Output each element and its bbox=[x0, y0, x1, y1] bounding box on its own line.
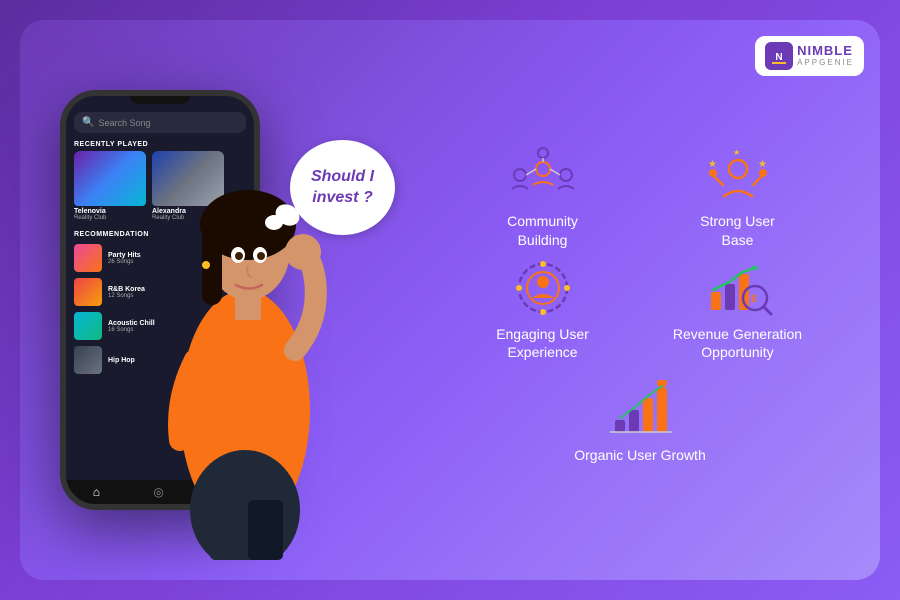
album-card[interactable]: Telenovia Reality Club bbox=[74, 151, 146, 221]
experience-icon bbox=[508, 259, 578, 319]
speech-bubble-text: Should Iinvest ? bbox=[311, 167, 374, 209]
user-base-icon: ★ ★ ★ bbox=[703, 146, 773, 206]
logo-sub: APPGENIE bbox=[797, 59, 854, 68]
main-container: N NIMBLE APPGENIE 🔍 Search Song RECENTLY… bbox=[20, 20, 880, 580]
person-figure bbox=[140, 70, 350, 560]
search-icon: 🔍 bbox=[82, 117, 94, 128]
album-sub-1: Reality Club bbox=[74, 215, 146, 221]
feature-strong-user-base: ★ ★ ★ Strong UserBase bbox=[645, 146, 830, 248]
rec-art-3 bbox=[74, 312, 102, 340]
phone-section: 🔍 Search Song RECENTLY PLAYED Telenovia … bbox=[50, 40, 370, 560]
rec-art-1 bbox=[74, 244, 102, 272]
rec-art-4 bbox=[74, 346, 102, 374]
strong-user-base-label: Strong UserBase bbox=[700, 212, 775, 248]
album-art-1 bbox=[74, 151, 146, 206]
organic-growth-label: Organic User Growth bbox=[574, 446, 705, 464]
feature-revenue: $ Revenue GenerationOpportunity bbox=[645, 259, 830, 361]
revenue-label: Revenue GenerationOpportunity bbox=[673, 325, 802, 361]
growth-icon bbox=[605, 380, 675, 440]
community-icon bbox=[508, 146, 578, 206]
rec-name-1: Party Hits bbox=[108, 252, 141, 259]
revenue-icon: $ bbox=[703, 259, 773, 319]
features-section: CommunityBuilding ★ ★ ★ bbox=[390, 106, 850, 493]
feature-organic-growth: Organic User Growth bbox=[450, 371, 830, 473]
logo-icon: N bbox=[765, 42, 793, 70]
engaging-ux-label: Engaging UserExperience bbox=[496, 325, 589, 361]
logo-text: NIMBLE APPGENIE bbox=[797, 44, 854, 67]
svg-text:★: ★ bbox=[708, 159, 717, 170]
nav-home-icon[interactable]: ⌂ bbox=[93, 485, 100, 499]
speech-bubble: Should Iinvest ? bbox=[290, 140, 395, 235]
svg-text:★: ★ bbox=[733, 148, 740, 157]
logo-brand: NIMBLE bbox=[797, 44, 854, 58]
community-building-label: CommunityBuilding bbox=[507, 212, 578, 248]
feature-community-building: CommunityBuilding bbox=[450, 146, 635, 248]
svg-text:N: N bbox=[775, 52, 782, 63]
svg-text:$: $ bbox=[751, 294, 757, 305]
logo-container: N NIMBLE APPGENIE bbox=[755, 36, 864, 76]
svg-text:★: ★ bbox=[758, 159, 767, 170]
rec-count-1: 26 Songs bbox=[108, 259, 141, 265]
feature-engaging-ux: Engaging UserExperience bbox=[450, 259, 635, 361]
album-name-1: Telenovia bbox=[74, 208, 146, 215]
rec-name-4: Hip Hop bbox=[108, 357, 135, 364]
rec-art-2 bbox=[74, 278, 102, 306]
